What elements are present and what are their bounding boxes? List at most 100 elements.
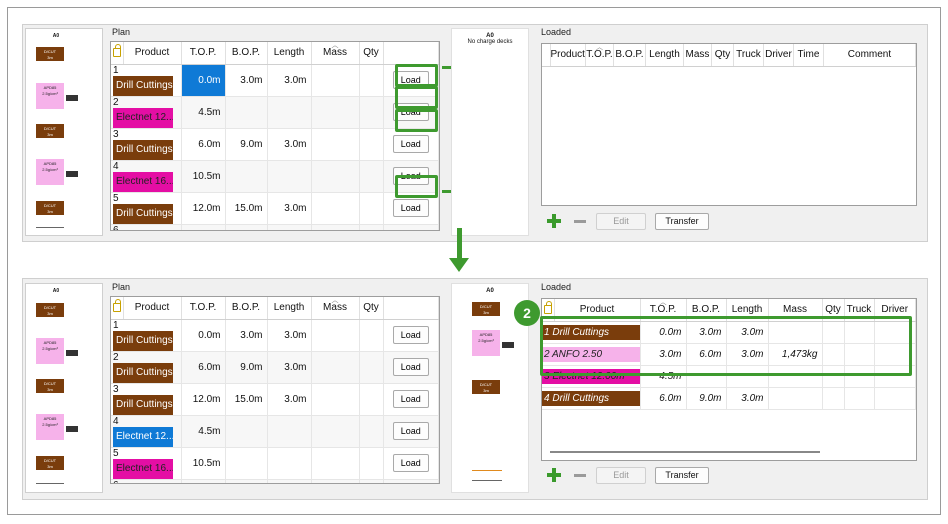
product-cell[interactable]: 4Electnet 12.... (111, 415, 182, 448)
mass-cell[interactable] (311, 160, 360, 193)
col-length[interactable]: Length (267, 42, 312, 65)
qty-cell[interactable] (359, 192, 384, 225)
col-truck[interactable]: Truck (733, 44, 764, 67)
col-bop[interactable]: B.O.P. (225, 42, 268, 65)
col-bop[interactable]: B.O.P. (225, 297, 268, 320)
product-chip[interactable]: Drill Cuttings (113, 330, 173, 351)
product-chip[interactable]: Electnet 16.... (113, 458, 173, 479)
top-cell[interactable]: 10.5m (181, 160, 226, 193)
top-cell[interactable]: 3.0m (181, 224, 226, 230)
top-cell[interactable]: 6.0m (181, 351, 226, 384)
qty-cell[interactable] (359, 96, 384, 129)
col-length[interactable]: Length (267, 297, 312, 320)
bop-cell[interactable] (225, 447, 268, 480)
mass-cell[interactable]: 1,473kg (311, 479, 360, 483)
table-row[interactable]: 6ANFO 2.503.0m6.0m3.0m1,473kgLoad (111, 224, 439, 230)
top-cell[interactable]: 3.0m (181, 479, 226, 483)
col-mass[interactable]: Mass (683, 44, 712, 67)
top-cell[interactable]: 6.0m (640, 387, 687, 410)
table-row[interactable]: 1Drill Cuttings 0.0m 3.0m 3.0m Load (111, 319, 439, 352)
col-top[interactable]: T.O.P. (181, 297, 226, 320)
bop-cell[interactable] (225, 160, 268, 193)
qty-cell[interactable] (359, 351, 384, 384)
col-length[interactable]: Length (645, 44, 684, 67)
lock-icon[interactable] (542, 44, 551, 67)
load-button[interactable]: Load (392, 390, 429, 408)
col-comment[interactable]: Comment (823, 44, 916, 67)
bop-cell[interactable]: 15.0m (225, 383, 268, 416)
product-cell[interactable]: 5Drill Cuttings (111, 192, 182, 225)
qty-cell[interactable] (359, 415, 384, 448)
bottom-edit-button[interactable]: Edit (596, 467, 646, 484)
top-remove-icon[interactable] (574, 220, 586, 223)
load-button[interactable]: Load (392, 454, 429, 472)
top-cell[interactable]: 0.0m (181, 319, 226, 352)
length-cell[interactable]: 3.0m (267, 64, 312, 97)
product-chip[interactable]: Electnet 12.... (113, 426, 173, 447)
top-cell[interactable]: 12.0m (181, 192, 226, 225)
mass-cell[interactable] (311, 447, 360, 480)
col-mass[interactable]: ︿ Mass (311, 42, 360, 65)
lock-icon[interactable] (111, 42, 124, 65)
mass-cell[interactable] (311, 383, 360, 416)
product-chip[interactable]: Drill Cuttings (113, 394, 173, 415)
driver-cell[interactable] (874, 387, 916, 410)
top-cell[interactable]: 10.5m (181, 447, 226, 480)
bop-cell[interactable]: 6.0m (225, 224, 268, 230)
top-add-icon[interactable] (547, 214, 561, 228)
lock-icon[interactable] (111, 297, 124, 320)
product-chip[interactable]: Drill Cuttings (113, 362, 173, 383)
col-top[interactable]: ︿ T.O.P. (585, 44, 614, 67)
product-cell[interactable]: 1Drill Cuttings (111, 64, 182, 97)
bop-cell[interactable]: 6.0m (225, 479, 268, 483)
qty-cell[interactable] (359, 160, 384, 193)
mass-cell[interactable] (768, 387, 823, 410)
col-product[interactable]: Product (123, 297, 182, 320)
qty-cell[interactable] (822, 387, 845, 410)
mass-cell[interactable] (311, 192, 360, 225)
product-cell[interactable]: 6ANFO 2.50 (111, 479, 182, 483)
product-cell[interactable]: 1Drill Cuttings (111, 319, 182, 352)
product-chip[interactable]: Electnet 16.... (113, 171, 173, 192)
mass-cell[interactable] (311, 64, 360, 97)
truck-cell[interactable] (844, 387, 875, 410)
load-button[interactable]: Load (392, 358, 429, 376)
col-product[interactable]: Product (123, 42, 182, 65)
load-button[interactable]: Load (392, 422, 429, 440)
mass-cell[interactable] (311, 319, 360, 352)
mass-cell[interactable] (311, 128, 360, 161)
top-cell[interactable]: 12.0m (181, 383, 226, 416)
bop-cell[interactable]: 15.0m (225, 192, 268, 225)
length-cell[interactable] (267, 415, 312, 448)
table-row[interactable]: 4Electnet 16.... 10.5m Load (111, 160, 439, 193)
bottom-transfer-button[interactable]: Transfer (655, 467, 709, 484)
bop-cell[interactable]: 9.0m (686, 387, 727, 410)
table-row[interactable]: 6ANFO 2.503.0m6.0m3.0m1,473kgLoad (111, 479, 439, 483)
mass-cell[interactable]: 1,473kg (311, 224, 360, 230)
loaded-row[interactable]: 4 Drill Cuttings 6.0m 9.0m 3.0m (542, 387, 916, 410)
product-cell[interactable]: 4 Drill Cuttings (542, 387, 641, 410)
load-button[interactable]: Load (392, 135, 429, 153)
loaded-scrollbar[interactable] (550, 451, 820, 453)
col-bop[interactable]: B.O.P. (613, 44, 646, 67)
qty-cell[interactable] (359, 447, 384, 480)
table-row[interactable]: 5Electnet 16.... 10.5m Load (111, 447, 439, 480)
table-row[interactable]: 2Drill Cuttings 6.0m 9.0m 3.0m Load (111, 351, 439, 384)
bop-cell[interactable]: 9.0m (225, 128, 268, 161)
col-qty[interactable]: Qty (359, 42, 384, 65)
length-cell[interactable]: 3.0m (267, 383, 312, 416)
load-button[interactable]: Load (392, 326, 429, 344)
top-transfer-button[interactable]: Transfer (655, 213, 709, 230)
top-cell[interactable]: 6.0m (181, 128, 226, 161)
table-row[interactable]: 5Drill Cuttings 12.0m 15.0m 3.0m Load (111, 192, 439, 225)
qty-cell[interactable] (359, 479, 384, 483)
length-cell[interactable]: 3.0m (267, 351, 312, 384)
qty-cell[interactable] (359, 64, 384, 97)
product-cell[interactable]: 2Electnet 12.... (111, 96, 182, 129)
bop-cell[interactable]: 9.0m (225, 351, 268, 384)
qty-cell[interactable] (359, 319, 384, 352)
length-cell[interactable]: 3.0m (267, 128, 312, 161)
length-cell[interactable]: 3.0m (267, 479, 312, 483)
col-mass[interactable]: ︿ Mass (311, 297, 360, 320)
bottom-add-icon[interactable] (547, 468, 561, 482)
